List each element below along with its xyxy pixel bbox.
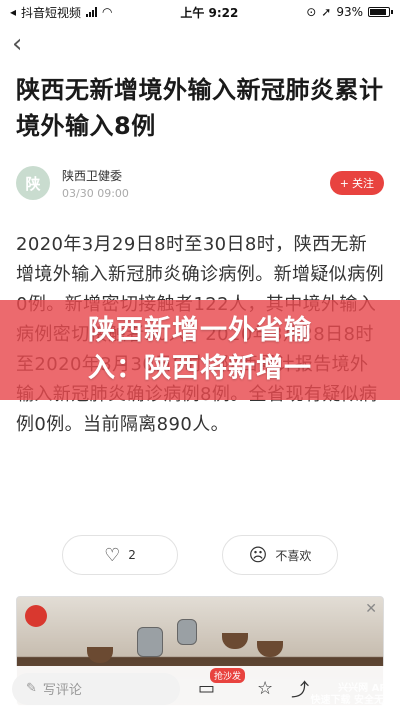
nav-bar: ‹ — [0, 24, 400, 64]
status-time: 上午 9:22 — [180, 5, 239, 20]
back-icon[interactable]: ‹ — [12, 31, 22, 57]
article-title: 陕西无新增境外输入新冠肺炎累计境外输入8例 — [16, 76, 384, 140]
status-right: ⊙ ➚ 93% — [306, 5, 393, 19]
ad-logo-icon — [25, 605, 47, 627]
watermark-line-2: 快速下载 安全无毒 — [310, 695, 394, 706]
publish-time: 03/30 09:00 — [62, 186, 129, 200]
reactions-row: ♡ 2 ☹ 不喜欢 — [0, 535, 400, 575]
lock-rotation-icon: ⊙ — [306, 5, 317, 19]
avatar[interactable]: 陕 — [16, 166, 50, 200]
overlay-line-2: 入：陕西将新增一 — [88, 353, 312, 384]
kettle-image — [177, 619, 197, 645]
battery-icon — [367, 7, 393, 17]
watermark: 兴兴网 APP 快速下载 安全无毒 — [311, 683, 394, 707]
location-icon: ➚ — [321, 5, 332, 19]
battery-percent: 93% — [336, 5, 363, 19]
follow-button[interactable]: + 关注 — [329, 171, 384, 195]
dislike-label: 不喜欢 — [275, 548, 312, 563]
comment-icon[interactable]: ▭ 抢沙发 — [198, 668, 246, 699]
like-count: 2 — [128, 548, 136, 562]
author-row: 陕 陕西卫健委 03/30 09:00 + 关注 — [0, 144, 400, 200]
back-to-app-icon[interactable]: ◂ — [10, 5, 16, 19]
carrier-label: 抖音短视频 — [21, 5, 82, 20]
close-icon[interactable]: ✕ — [365, 601, 377, 617]
comment-placeholder: 写评论 — [42, 683, 82, 698]
sad-face-icon: ☹ — [248, 544, 268, 566]
pen-icon: ✎ — [26, 681, 37, 696]
dislike-button[interactable]: ☹ 不喜欢 — [222, 535, 338, 575]
overlay-line-1: 陕西新增一外省输 — [88, 315, 312, 346]
plus-icon: + — [339, 176, 349, 190]
heart-icon: ♡ — [104, 544, 121, 566]
sofa-badge: 抢沙发 — [210, 668, 246, 683]
signal-icon — [86, 7, 98, 17]
headline-overlay: 陕西新增一外省输 入：陕西将新增一 — [0, 300, 400, 400]
comment-input[interactable]: ✎ 写评论 — [12, 672, 180, 705]
follow-label: 关注 — [352, 177, 374, 190]
star-icon[interactable]: ☆ — [257, 678, 273, 699]
share-icon[interactable]: ⤴ — [291, 676, 309, 702]
wifi-icon: ◠ — [102, 5, 113, 19]
kettle-image — [137, 627, 163, 657]
status-left: ◂ 抖音短视频 ◠ — [10, 4, 113, 21]
author-name[interactable]: 陕西卫健委 — [62, 167, 330, 184]
status-bar: ◂ 抖音短视频 ◠ 上午 9:22 ⊙ ➚ 93% — [0, 0, 400, 24]
watermark-line-1: 兴兴网 APP — [338, 683, 394, 694]
like-button[interactable]: ♡ 2 — [62, 535, 178, 575]
author-info: 陕西卫健委 03/30 09:00 — [62, 167, 330, 200]
